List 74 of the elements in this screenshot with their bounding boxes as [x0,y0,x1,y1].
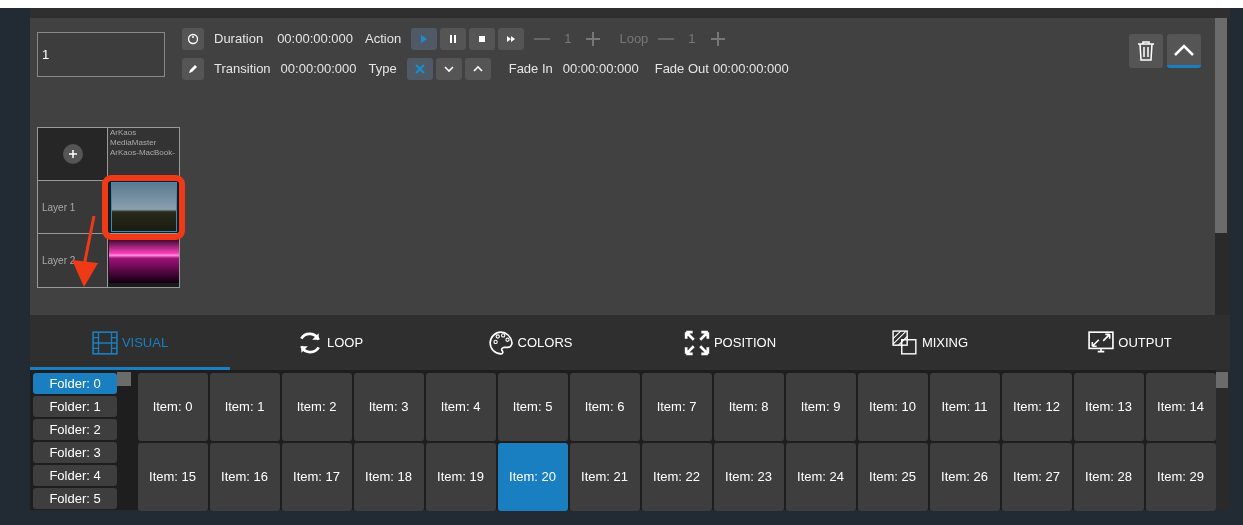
item-tile[interactable]: Item: 16 [209,443,280,511]
expand-icon [683,329,710,356]
folder-item[interactable]: Folder: 2 [33,419,118,440]
duration-value: 00:00:00:000 [277,30,354,49]
pause-button[interactable] [440,28,467,50]
item-tile[interactable]: Item: 14 [1145,373,1216,441]
item-tile[interactable]: Item: 9 [785,373,856,441]
item-tile[interactable]: Item: 4 [425,373,496,441]
item-tile[interactable]: Item: 18 [353,443,424,511]
item-tile[interactable]: Item: 2 [281,373,352,441]
fade-in-label: Fade In [508,60,553,79]
cross-icon [412,62,427,76]
fast-forward-button[interactable] [498,28,525,50]
item-tile[interactable]: Item: 19 [425,443,496,511]
layer-label: Layer 1 [42,200,76,215]
transition-value: 00:00:00:000 [280,60,357,79]
film-icon [91,329,118,356]
item-tile[interactable]: Item: 28 [1073,443,1144,511]
cue-name-field[interactable]: 1 [37,32,165,77]
trash-icon [1136,40,1156,62]
pencil-icon [187,63,199,75]
item-tile[interactable]: Item: 1 [209,373,280,441]
scrollbar-thumb[interactable] [117,372,132,386]
item-tile[interactable]: Item: 10 [857,373,928,441]
item-tile[interactable]: Item: 21 [569,443,640,511]
item-tile[interactable]: Item: 22 [641,443,712,511]
item-tile[interactable]: Item: 0 [137,373,208,441]
action-label: Action [365,30,402,49]
palette-button[interactable] [182,28,204,50]
tab[interactable]: OUTPUT [1030,318,1230,370]
item-tile[interactable]: Item: 15 [137,443,208,511]
item-tile[interactable]: Item: 11 [929,373,1000,441]
plus-icon [67,149,78,159]
item-tile[interactable]: Item: 3 [353,373,424,441]
source-name: ArKaos MediaMaster ArKaos-MacBook- [110,128,176,158]
item-tile[interactable]: Item: 6 [569,373,640,441]
item-tile[interactable]: Item: 25 [857,443,928,511]
folder-item[interactable]: Folder: 3 [33,442,118,463]
delete-button[interactable] [1129,34,1163,68]
transition-label: Transition [214,60,271,79]
item-tile[interactable]: Item: 7 [641,373,712,441]
item-tile[interactable]: Item: 20 [497,443,568,511]
overlapping-squares-icon [891,329,918,356]
folder-item[interactable]: Folder: 4 [33,465,118,486]
item-tile[interactable]: Item: 13 [1073,373,1144,441]
chevron-down-button[interactable] [435,58,462,80]
item-tile[interactable]: Item: 23 [713,443,784,511]
pencil-button[interactable] [182,58,204,80]
type-label: Type [368,60,397,79]
item-tile[interactable]: Item: 17 [281,443,352,511]
chevron-up-button[interactable] [464,58,491,80]
duration-label: Duration [214,30,264,49]
add-button[interactable] [62,144,83,164]
item-tile[interactable]: Item: 27 [1001,443,1072,511]
cross-button[interactable] [406,58,433,80]
fade-in-value: 00:00:00:000 [562,60,639,79]
item-tile[interactable]: Item: 12 [1001,373,1072,441]
tab[interactable]: POSITION [630,318,830,370]
folder-item[interactable]: Folder: 5 [33,488,118,509]
item-tile[interactable]: Item: 8 [713,373,784,441]
tab[interactable]: COLORS [430,318,630,370]
collapse-button[interactable] [1167,34,1201,68]
folder-item[interactable]: Folder: 1 [33,396,118,417]
stop-button[interactable] [469,28,496,50]
item-tile[interactable]: Item: 24 [785,443,856,511]
folder-item[interactable]: Folder: 0 [33,373,118,394]
item-tile[interactable]: Item: 26 [929,443,1000,511]
item-tile[interactable]: Item: 29 [1145,443,1216,511]
tab[interactable]: MIXING [830,318,1030,370]
tab[interactable]: LOOP [230,318,430,370]
item-tile[interactable]: Item: 5 [497,373,568,441]
scrollbar-thumb[interactable] [1215,18,1227,233]
fade-out-label: Fade Out [654,60,709,79]
fade-out-value: 00:00:00:000 [712,60,789,79]
